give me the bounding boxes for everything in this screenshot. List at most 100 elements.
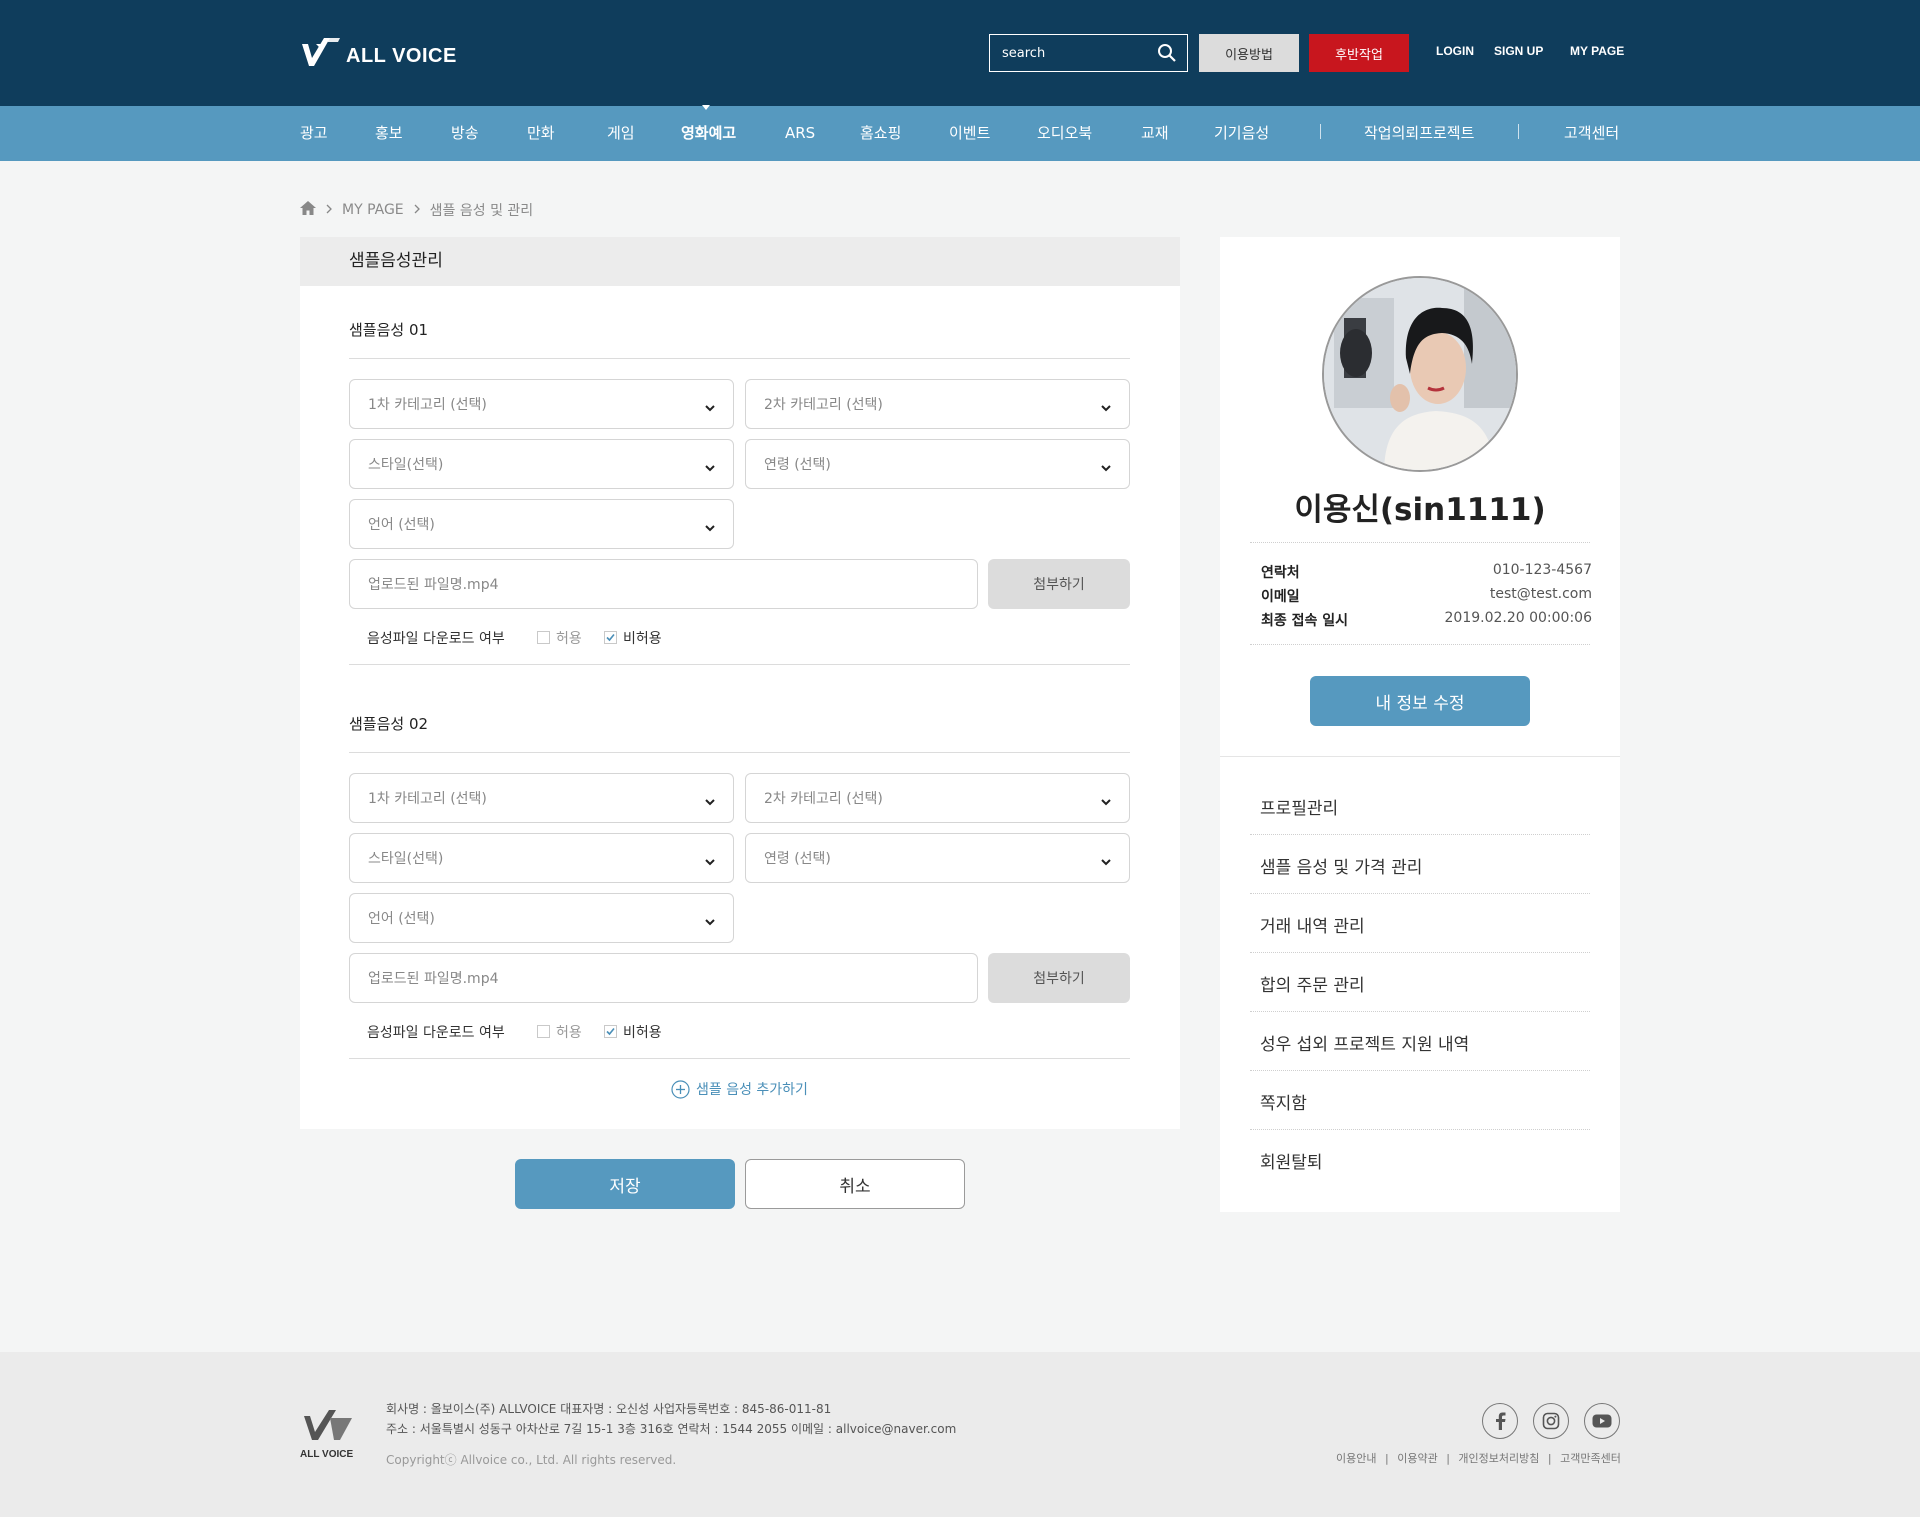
add-sample-label: 샘플 음성 추가하기 xyxy=(696,1082,808,1098)
age-select[interactable]: 연령 (선택) xyxy=(745,439,1130,489)
divider xyxy=(349,664,1130,665)
email-value: test@test.com xyxy=(1489,586,1592,602)
side-menu-sample-price[interactable]: 샘플 음성 및 가격 관리 xyxy=(1260,853,1422,878)
save-button[interactable]: 저장 xyxy=(515,1159,735,1209)
footer-link-privacy[interactable]: 개인정보처리방침 xyxy=(1458,1452,1539,1465)
last-login-value: 2019.02.20 00:00:06 xyxy=(1444,610,1593,626)
divider xyxy=(1250,952,1590,953)
nav-item-game[interactable]: 게임 xyxy=(607,106,635,161)
chevron-down-icon xyxy=(1101,854,1111,870)
language-select[interactable]: 언어 (선택) xyxy=(349,499,734,549)
footer-link-separator: | xyxy=(1384,1452,1389,1465)
nav-item-movie-trailer[interactable]: 영화예고 xyxy=(681,106,736,161)
nav-item-event[interactable]: 이벤트 xyxy=(949,106,990,161)
nav-item-textbook[interactable]: 교재 xyxy=(1141,106,1169,161)
age-select[interactable]: 연령 (선택) xyxy=(745,833,1130,883)
company-info: 회사명 : 올보이스(주) ALLVOICE 대표자명 : 오신성 사업자등록번… xyxy=(386,1402,832,1416)
allow-checkbox[interactable] xyxy=(537,1025,550,1038)
nav-item-ars[interactable]: ARS xyxy=(785,106,815,161)
select-value: 2차 카테고리 (선택) xyxy=(764,791,883,807)
file-name-field[interactable]: 업로드된 파일명.mp4 xyxy=(349,559,978,609)
youtube-icon[interactable] xyxy=(1584,1403,1620,1439)
nav-item-device-voice[interactable]: 기기음성 xyxy=(1214,106,1269,161)
category1-select[interactable]: 1차 카테고리 (선택) xyxy=(349,773,734,823)
address-info: 주소 : 서울특별시 성동구 아차산로 7길 15-1 3층 316호 연락처 … xyxy=(386,1422,957,1436)
side-menu-transactions[interactable]: 거래 내역 관리 xyxy=(1260,912,1365,937)
footer-link-guide[interactable]: 이용안내 xyxy=(1336,1452,1376,1465)
allow-checkbox[interactable] xyxy=(537,631,550,644)
attach-button[interactable]: 첨부하기 xyxy=(988,953,1130,1003)
style-select[interactable]: 스타일(선택) xyxy=(349,439,734,489)
add-sample-button[interactable]: 샘플 음성 추가하기 xyxy=(671,1079,808,1099)
side-menu-messages[interactable]: 쪽지함 xyxy=(1260,1089,1307,1114)
deny-checkbox[interactable] xyxy=(604,1025,617,1038)
chevron-down-icon xyxy=(705,460,715,476)
cancel-button[interactable]: 취소 xyxy=(745,1159,965,1209)
chevron-down-icon xyxy=(705,400,715,416)
search-icon[interactable] xyxy=(1157,43,1177,67)
edit-profile-button[interactable]: 내 정보 수정 xyxy=(1310,676,1530,726)
divider xyxy=(1220,756,1620,757)
login-link[interactable]: LOGIN xyxy=(1436,44,1474,58)
main-nav: 광고 홍보 방송 만화 게임 영화예고 ARS 홈쇼핑 이벤트 오디오북 교재 … xyxy=(0,106,1920,161)
nav-item-project-request[interactable]: 작업의뢰프로젝트 xyxy=(1364,106,1474,161)
breadcrumb-mypage[interactable]: MY PAGE xyxy=(342,202,404,218)
select-value: 스타일(선택) xyxy=(368,851,444,867)
deny-label[interactable]: 비허용 xyxy=(623,628,662,648)
divider xyxy=(1250,1129,1590,1130)
side-menu-profile[interactable]: 프로필관리 xyxy=(1260,794,1338,819)
footer-link-customer[interactable]: 고객만족센터 xyxy=(1560,1452,1621,1465)
nav-separator xyxy=(1518,124,1519,139)
nav-item-cartoon[interactable]: 만화 xyxy=(527,106,555,161)
style-select[interactable]: 스타일(선택) xyxy=(349,833,734,883)
side-menu-withdraw[interactable]: 회원탈퇴 xyxy=(1260,1148,1323,1173)
nav-item-broadcast[interactable]: 방송 xyxy=(451,106,479,161)
user-name: 이용신(sin1111) xyxy=(1294,492,1546,528)
language-select[interactable]: 언어 (선택) xyxy=(349,893,734,943)
select-value: 연령 (선택) xyxy=(764,851,831,867)
panel-title: 샘플음성관리 xyxy=(300,237,1180,286)
allow-label[interactable]: 허용 xyxy=(556,1022,582,1042)
facebook-icon[interactable] xyxy=(1482,1403,1518,1439)
chevron-down-icon xyxy=(705,520,715,536)
guide-button[interactable]: 이용방법 xyxy=(1199,34,1299,72)
chevron-right-icon xyxy=(326,202,332,218)
side-menu-orders[interactable]: 합의 주문 관리 xyxy=(1260,971,1365,996)
nav-item-ad[interactable]: 광고 xyxy=(300,106,328,161)
email-label: 이메일 xyxy=(1261,589,1300,605)
select-value: 1차 카테고리 (선택) xyxy=(368,791,487,807)
contact-value: 010-123-4567 xyxy=(1492,562,1592,578)
nav-item-promo[interactable]: 홍보 xyxy=(375,106,403,161)
mypage-link[interactable]: MY PAGE xyxy=(1570,44,1624,58)
category1-select[interactable]: 1차 카테고리 (선택) xyxy=(349,379,734,429)
allow-label[interactable]: 허용 xyxy=(556,628,582,648)
nav-item-customer-center[interactable]: 고객센터 xyxy=(1564,106,1619,161)
signup-link[interactable]: SIGN UP xyxy=(1494,44,1543,58)
category2-select[interactable]: 2차 카테고리 (선택) xyxy=(745,773,1130,823)
file-name-field[interactable]: 업로드된 파일명.mp4 xyxy=(349,953,978,1003)
footer-logo[interactable]: ALL VOICE xyxy=(300,1408,356,1460)
avatar xyxy=(1322,276,1518,472)
logo-icon xyxy=(304,1410,352,1440)
nav-item-audiobook[interactable]: 오디오북 xyxy=(1037,106,1092,161)
search-box[interactable] xyxy=(989,34,1188,72)
category2-select[interactable]: 2차 카테고리 (선택) xyxy=(745,379,1130,429)
download-option-label: 음성파일 다운로드 여부 xyxy=(367,1025,505,1041)
side-menu-project-applications[interactable]: 성우 섭외 프로젝트 지원 내역 xyxy=(1260,1030,1469,1055)
footer-link-terms[interactable]: 이용약관 xyxy=(1397,1452,1437,1465)
chevron-down-icon xyxy=(1101,794,1111,810)
select-value: 2차 카테고리 (선택) xyxy=(764,397,883,413)
instagram-icon[interactable] xyxy=(1533,1403,1569,1439)
nav-item-homeshopping[interactable]: 홈쇼핑 xyxy=(860,106,901,161)
home-icon[interactable] xyxy=(300,201,316,219)
contact-label: 연락처 xyxy=(1261,565,1300,581)
divider xyxy=(349,358,1130,359)
search-input[interactable] xyxy=(1002,45,1152,61)
post-production-button[interactable]: 후반작업 xyxy=(1309,34,1409,72)
download-option-label: 음성파일 다운로드 여부 xyxy=(367,631,505,647)
deny-checkbox[interactable] xyxy=(604,631,617,644)
deny-label[interactable]: 비허용 xyxy=(623,1022,662,1042)
select-value: 1차 카테고리 (선택) xyxy=(368,397,487,413)
site-logo[interactable]: ALL VOICE xyxy=(300,36,457,70)
attach-button[interactable]: 첨부하기 xyxy=(988,559,1130,609)
